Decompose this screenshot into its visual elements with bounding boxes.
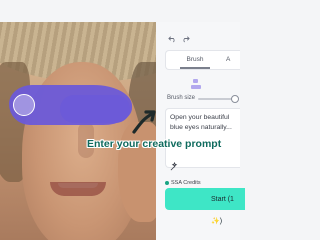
brush-mask-stroke-2 (60, 95, 130, 123)
hand (118, 122, 156, 222)
tab-other-label: A (226, 56, 231, 63)
annotation-arrow-icon (132, 110, 156, 134)
mode-tabs: Brush A (165, 50, 240, 70)
redo-icon[interactable] (181, 34, 190, 43)
brush-size-slider-thumb[interactable] (231, 95, 239, 103)
brush-size-label: Brush size (167, 95, 196, 101)
brush-preview-icon (193, 79, 198, 83)
start-button[interactable]: Start (1 ✨) (165, 188, 245, 225)
credits-info: SSA Credits (165, 180, 201, 186)
tab-active-indicator (180, 67, 210, 69)
mouth (50, 182, 106, 196)
tab-other[interactable]: A (226, 51, 240, 69)
brush-preview-bar (191, 85, 201, 89)
brush-cursor (13, 94, 35, 116)
annotation-label: Enter your creative prompt (87, 138, 222, 150)
magic-wand-icon[interactable] (170, 158, 179, 176)
tab-brush-label: Brush (186, 56, 204, 63)
credits-icon (165, 181, 169, 185)
credits-text: SSA Credits (171, 180, 201, 186)
undo-icon[interactable] (168, 34, 177, 43)
prompt-text: Open your beautiful blue eyes naturally.… (170, 114, 232, 131)
